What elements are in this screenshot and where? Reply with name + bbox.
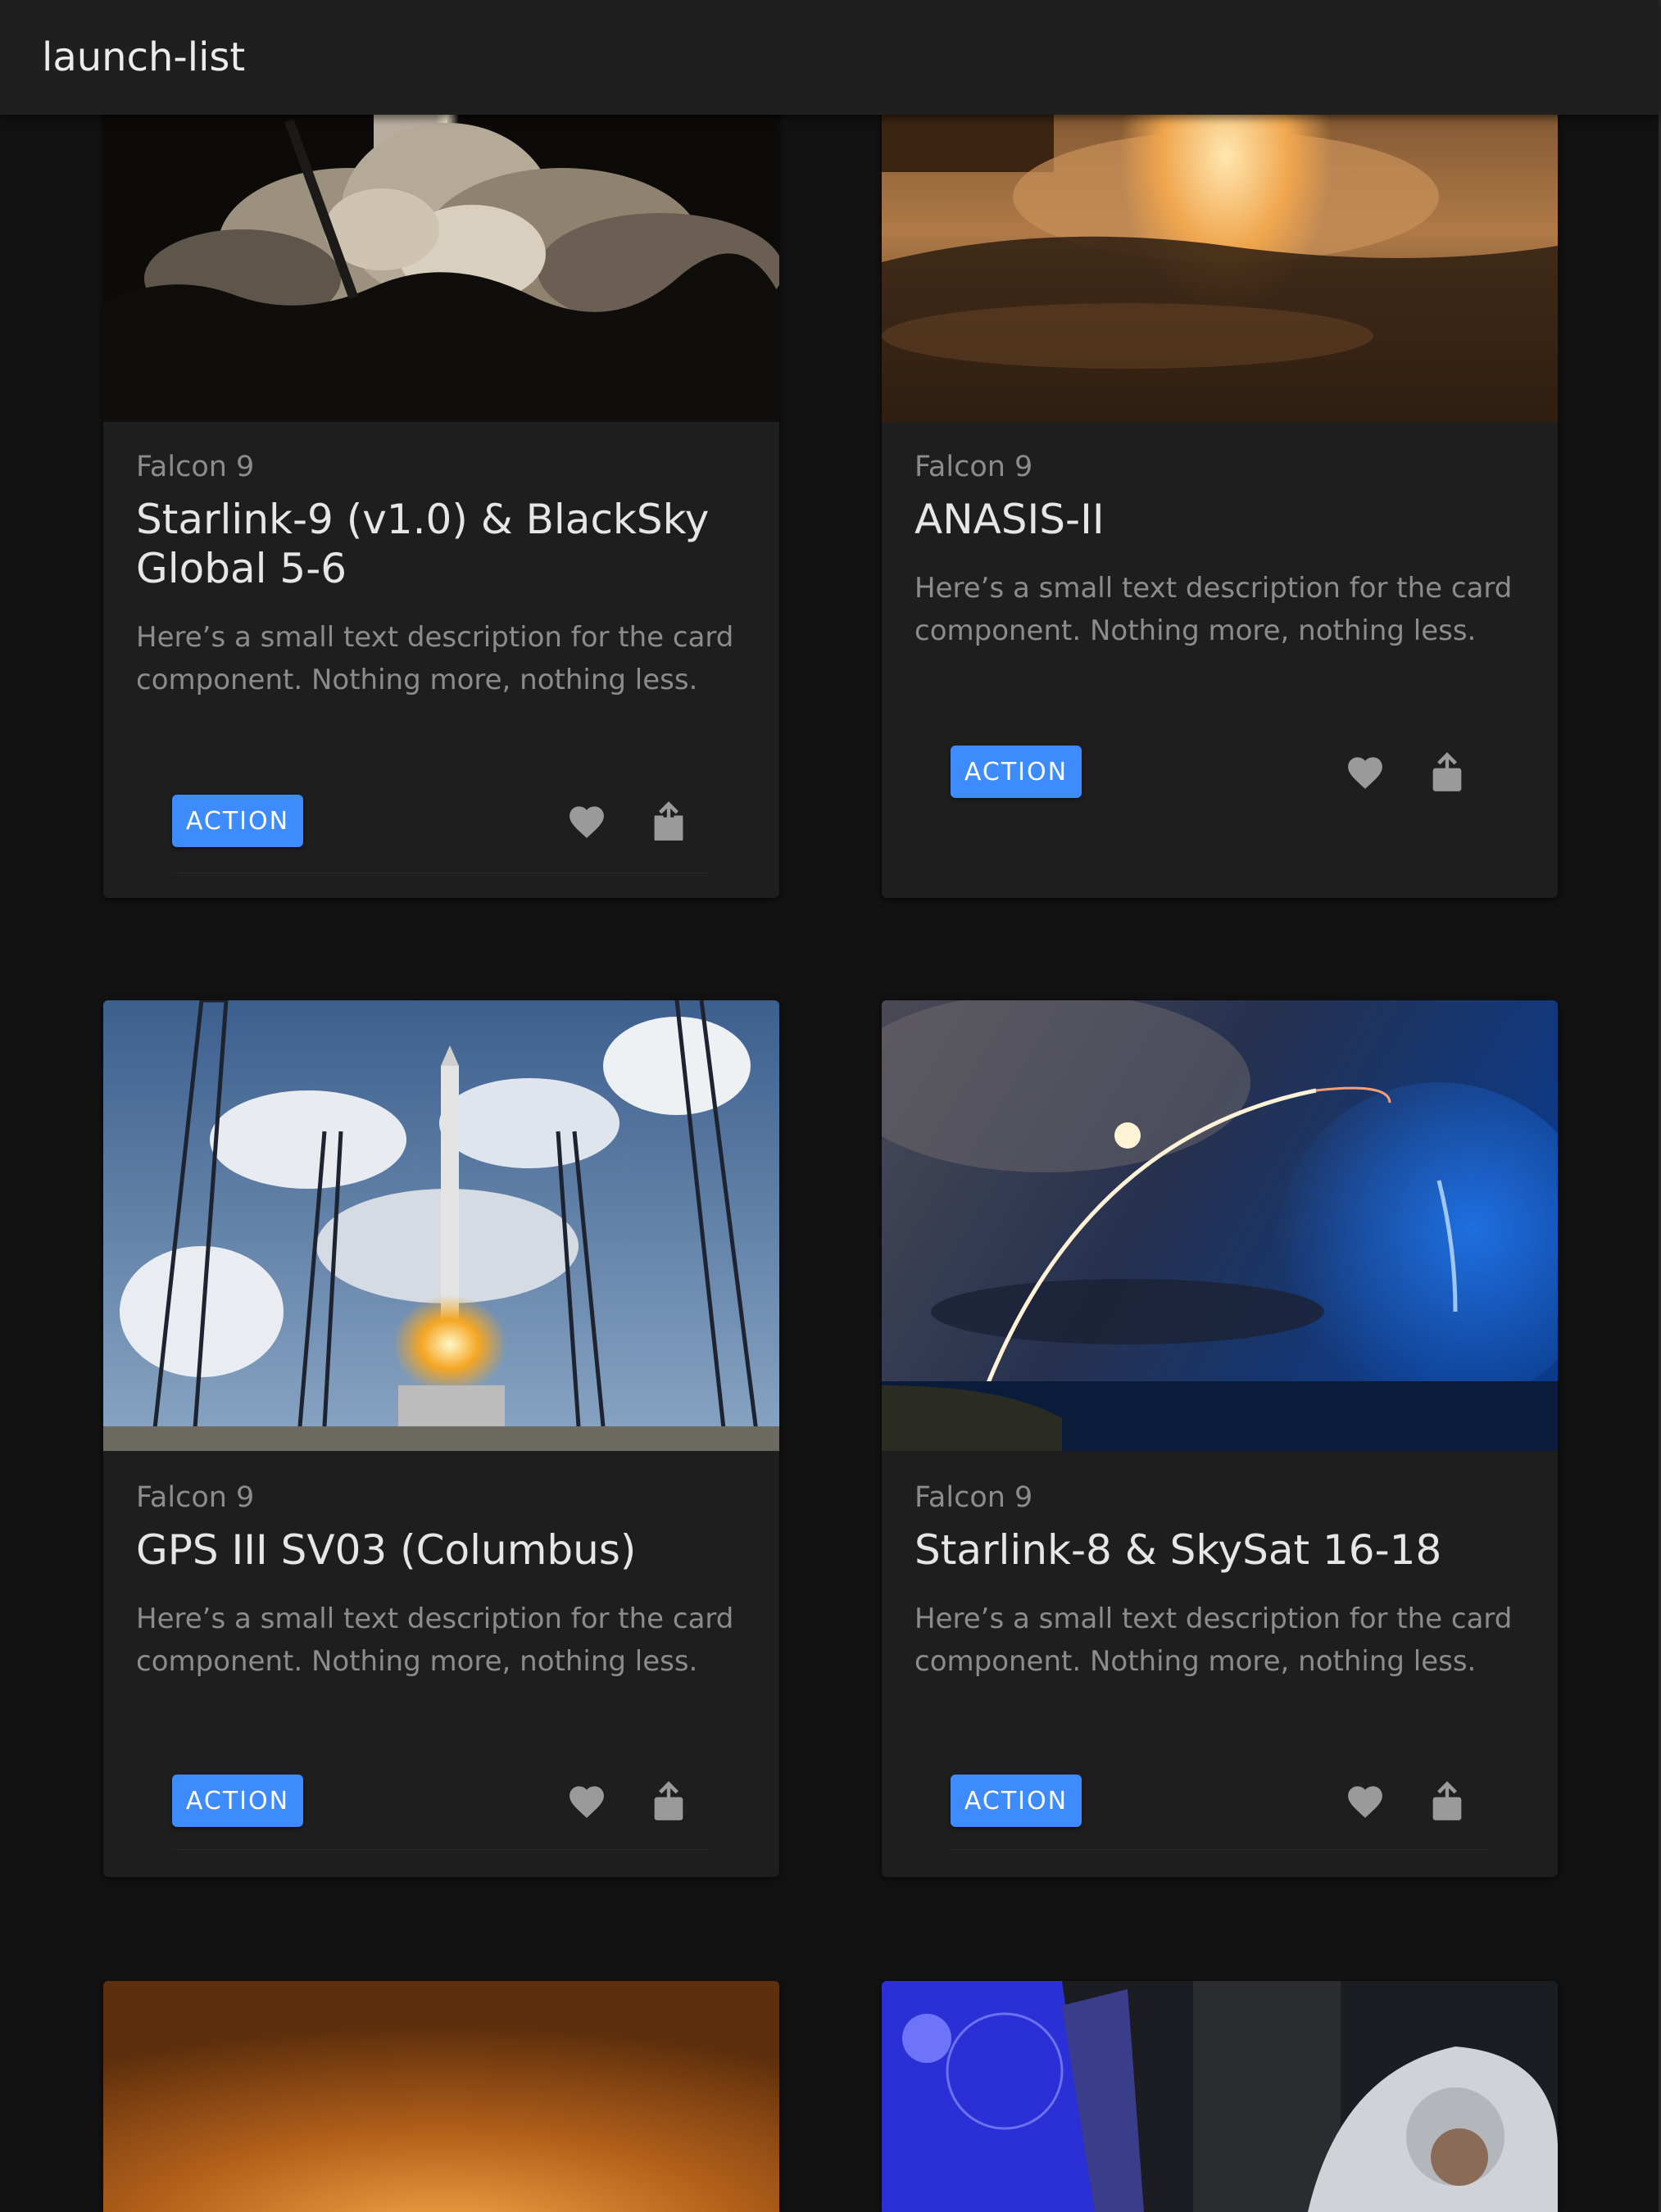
card-description: Here’s a small text description for the … (914, 1602, 1513, 1678)
divider (951, 1849, 1489, 1850)
heart-icon[interactable] (1341, 747, 1390, 796)
launch-card (103, 1981, 779, 2212)
rocket-name: Falcon 9 (914, 1481, 1033, 1514)
mission-name: Starlink-9 (v1.0) & BlackSky Global 5-6 (136, 496, 710, 592)
card-actions: ACTION (882, 746, 1558, 798)
mission-name: GPS III SV03 (Columbus) (136, 1526, 637, 1574)
share-icon[interactable] (1423, 1776, 1472, 1825)
share-icon[interactable] (1423, 747, 1472, 796)
mission-name: Starlink-8 & SkySat 16-18 (914, 1526, 1442, 1574)
action-button[interactable]: ACTION (172, 1775, 303, 1827)
launch-card: Falcon 9 GPS III SV03 (Columbus) Here’s … (103, 1000, 779, 1877)
card-image (882, 1000, 1558, 1451)
app-bar: launch-list (0, 0, 1659, 115)
card-image (103, 1981, 779, 2212)
launch-card: Falcon 9 Starlink-8 & SkySat 16-18 Here’… (882, 1000, 1558, 1877)
card-image (882, 1981, 1558, 2212)
mission-name: ANASIS-II (914, 496, 1105, 543)
card-description: Here’s a small text description for the … (136, 621, 734, 696)
action-button[interactable]: ACTION (172, 795, 303, 847)
heart-icon[interactable] (1341, 1776, 1390, 1825)
launch-card: Falcon 9 ANASIS-II Here’s a small text d… (882, 0, 1558, 898)
card-image (103, 1000, 779, 1451)
heart-icon[interactable] (562, 796, 611, 845)
card-description: Here’s a small text description for the … (136, 1602, 734, 1678)
card-actions: ACTION (882, 1775, 1558, 1827)
card-actions: ACTION (103, 795, 779, 847)
card-description: Here’s a small text description for the … (914, 572, 1513, 647)
share-icon[interactable] (644, 796, 693, 845)
card-actions: ACTION (103, 1775, 779, 1827)
divider (172, 1849, 710, 1850)
rocket-name: Falcon 9 (914, 451, 1033, 483)
action-button[interactable]: ACTION (951, 746, 1082, 798)
action-button[interactable]: ACTION (951, 1775, 1082, 1827)
share-icon[interactable] (644, 1776, 693, 1825)
heart-icon[interactable] (562, 1776, 611, 1825)
rocket-name: Falcon 9 (136, 1481, 255, 1514)
app-title: launch-list (42, 34, 246, 80)
rocket-name: Falcon 9 (136, 451, 255, 483)
launch-card (882, 1981, 1558, 2212)
launch-card: Falcon 9 Starlink-9 (v1.0) & BlackSky Gl… (103, 0, 779, 898)
